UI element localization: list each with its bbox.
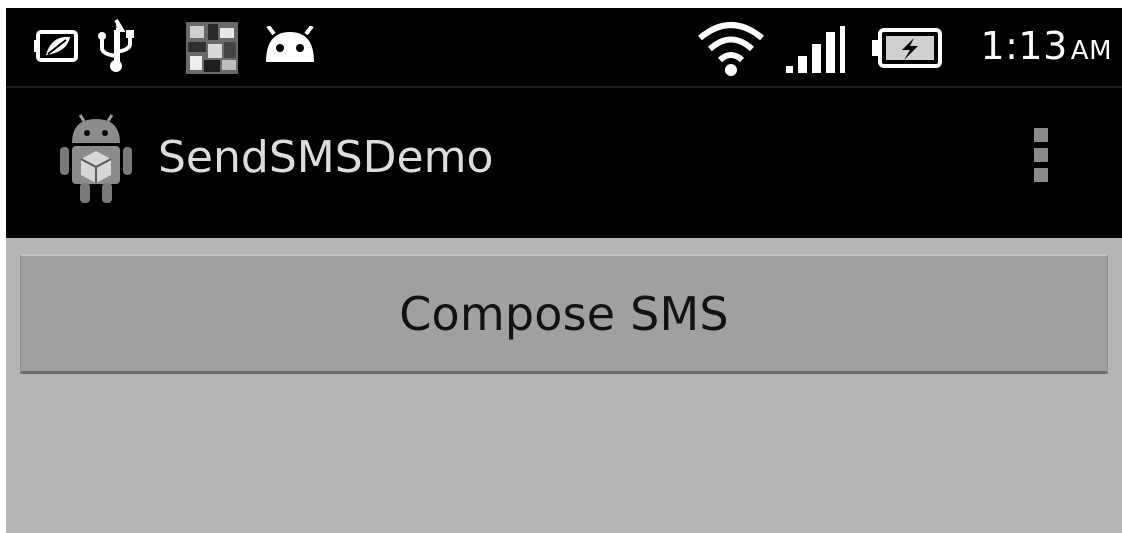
overflow-menu-icon[interactable] — [1026, 128, 1056, 202]
android-debug-icon — [262, 24, 318, 70]
status-time: 1:13 AM — [980, 16, 1112, 81]
time-ampm: AM — [1070, 36, 1112, 66]
android-app-icon[interactable] — [56, 113, 136, 209]
battery-charging-icon — [870, 26, 944, 74]
overflow-dot — [1034, 168, 1048, 182]
main-content: Compose SMS — [6, 238, 1122, 533]
compose-sms-label: Compose SMS — [399, 286, 729, 341]
compose-sms-button[interactable]: Compose SMS — [20, 254, 1108, 374]
photo-notification-icon — [186, 22, 238, 78]
signal-icon — [786, 26, 846, 78]
battery-saver-icon — [34, 24, 82, 72]
wifi-icon — [696, 18, 766, 82]
overflow-dot — [1034, 148, 1048, 162]
app-title: SendSMSDemo — [158, 132, 494, 183]
status-bar: 1:13 AM — [6, 8, 1122, 86]
usb-icon — [96, 18, 136, 78]
time-value: 1:13 — [980, 24, 1068, 68]
app-screen: 1:13 AM SendSMSDemo Compose SMS — [6, 8, 1122, 533]
overflow-dot — [1034, 128, 1048, 142]
action-bar: SendSMSDemo — [6, 88, 1122, 238]
